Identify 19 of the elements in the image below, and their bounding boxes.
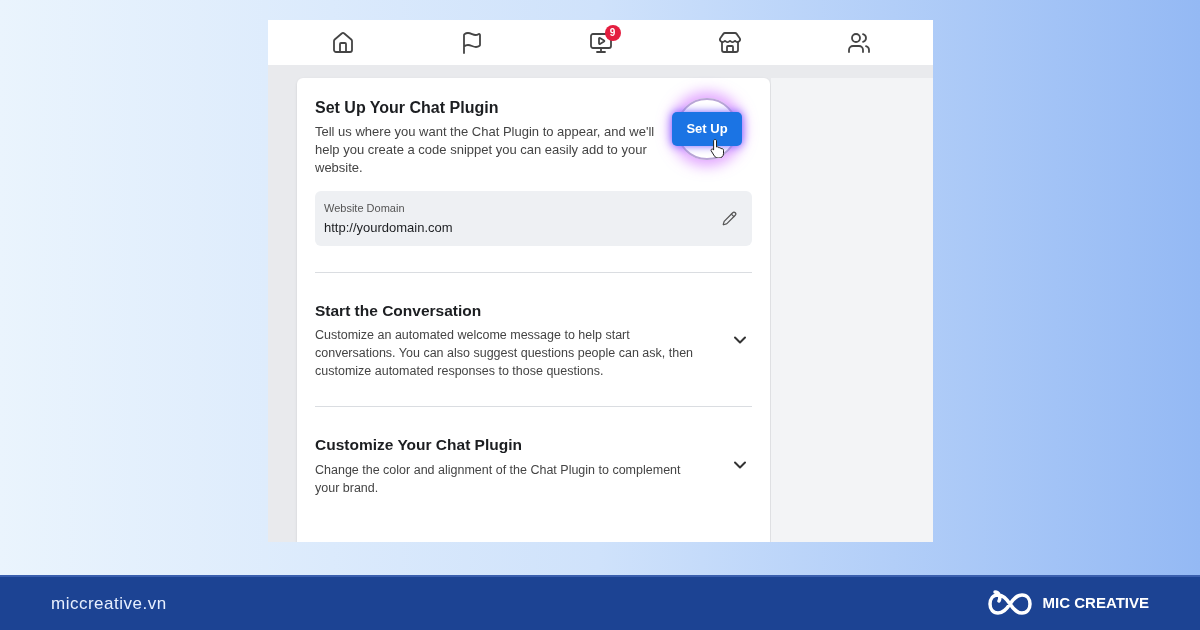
home-icon[interactable]	[330, 30, 355, 55]
section-description: Tell us where you want the Chat Plugin to appear, and we'll help you create a code snippet you can easily add to your website.	[315, 123, 655, 177]
brand-name: MIC CREATIVE	[1042, 593, 1149, 614]
section-title: Start the Conversation	[315, 301, 483, 321]
domain-field[interactable]: Website Domain http://yourdomain.com	[315, 191, 752, 246]
field-label: Website Domain	[324, 201, 406, 216]
notification-badge: 9	[604, 24, 621, 41]
section-title: Customize Your Chat Plugin	[315, 435, 523, 456]
section-description: Change the color and alignment of the Chat Plugin to complement your brand.	[315, 461, 682, 497]
website-address: miccreative.vn	[51, 592, 167, 615]
video-icon[interactable]	[588, 30, 613, 55]
hand-cursor-icon	[710, 138, 726, 158]
setup-button[interactable]: Set Up	[672, 112, 742, 146]
section-title: Set Up Your Chat Plugin	[315, 98, 500, 118]
people-icon[interactable]	[846, 30, 871, 55]
store-icon[interactable]	[717, 30, 742, 55]
edit-icon[interactable]	[722, 211, 737, 226]
field-value: http://yourdomain.com	[324, 218, 453, 237]
section-description: Customize an automated welcome message to help start conversations. You can also suggest questions people can ask, then customize automated responses to those questions.	[315, 327, 695, 381]
